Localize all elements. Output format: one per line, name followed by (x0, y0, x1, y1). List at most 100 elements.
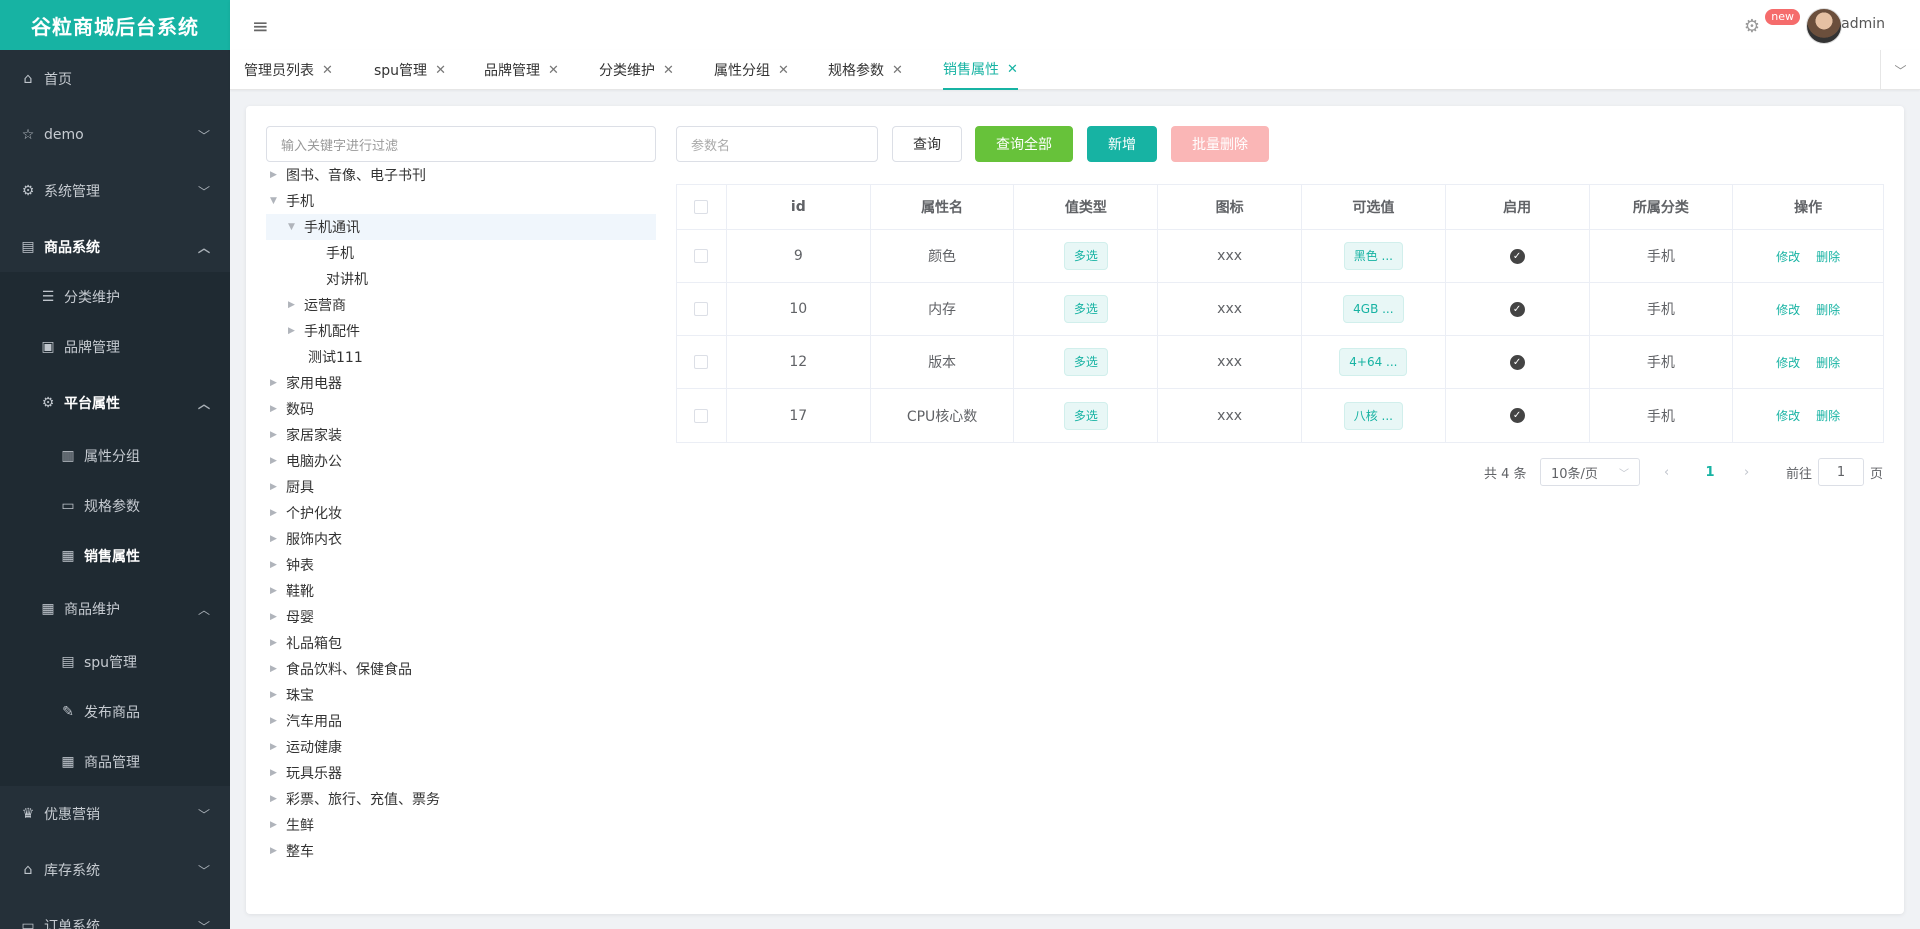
tree-node[interactable]: ▶ 钟表 (270, 552, 314, 578)
sidebar-item-publish[interactable]: ✎ 发布商品 (0, 687, 230, 737)
close-icon[interactable]: ✕ (663, 63, 674, 78)
sidebar-item-stock[interactable]: ⌂ 库存系统 ﹀ (0, 842, 230, 898)
tree-filter-input[interactable]: 输入关键字进行过滤 (266, 126, 656, 162)
tree-node[interactable]: ▶ 运营商 (288, 292, 346, 318)
tree-node[interactable]: ▶ 母婴 (270, 604, 314, 630)
sidebar-item-label: 属性分组 (84, 449, 140, 465)
tab-spu[interactable]: spu管理 ✕ (374, 50, 446, 90)
tree-node[interactable]: 手机 (326, 240, 354, 266)
tree-node[interactable]: 对讲机 (326, 266, 368, 292)
tab-label: 销售属性 (943, 62, 999, 78)
tab-category[interactable]: 分类维护 ✕ (599, 50, 674, 90)
tree-node[interactable]: 测试111 (308, 344, 363, 370)
values-tag[interactable]: 4GB ... (1343, 295, 1404, 323)
edit-link[interactable]: 修改 (1776, 301, 1800, 318)
tree-node[interactable]: ▶ 玩具乐器 (270, 760, 342, 786)
close-icon[interactable]: ✕ (892, 63, 903, 78)
sidebar-item-marketing[interactable]: ♛ 优惠营销 ﹀ (0, 786, 230, 842)
select-all-cell[interactable] (677, 185, 727, 229)
next-page-icon[interactable]: › (1744, 458, 1749, 486)
tab-spec-param[interactable]: 规格参数 ✕ (828, 50, 903, 90)
tab-admin-list[interactable]: 管理员列表 ✕ (244, 50, 333, 90)
tree-node[interactable]: ▶ 厨具 (270, 474, 314, 500)
delete-link[interactable]: 删除 (1816, 407, 1840, 424)
gear-icon[interactable]: ⚙ (1744, 16, 1760, 37)
row-checkbox[interactable] (694, 408, 709, 423)
values-tag[interactable]: 八核 ... (1343, 401, 1403, 430)
sidebar-item-platform-attr[interactable]: ⚙ 平台属性 ︿ (0, 375, 230, 431)
row-select-cell[interactable] (677, 389, 727, 442)
tree-node-selected[interactable]: ▼ 手机通讯 (266, 214, 656, 240)
batch-delete-button[interactable]: 批量删除 (1171, 126, 1269, 162)
sidebar-item-category[interactable]: ☰ 分类维护 (0, 272, 230, 322)
sidebar-item-system[interactable]: ⚙ 系统管理 ﹀ (0, 163, 230, 219)
page-size-select[interactable]: 10条/页 ﹀ (1540, 458, 1640, 486)
tree-node[interactable]: ▶ 家居家装 (270, 422, 342, 448)
tree-node[interactable]: ▶ 运动健康 (270, 734, 342, 760)
avatar[interactable] (1806, 8, 1842, 44)
tree-node[interactable]: ▶ 整车 (270, 838, 314, 864)
tab-brand[interactable]: 品牌管理 ✕ (484, 50, 559, 90)
edit-link[interactable]: 修改 (1776, 354, 1800, 371)
sidebar-item-attr-group[interactable]: ▥ 属性分组 (0, 431, 230, 481)
tree-node[interactable]: ▶ 电脑办公 (270, 448, 342, 474)
delete-link[interactable]: 删除 (1816, 354, 1840, 371)
tree-node[interactable]: ▶ 食品饮料、保健食品 (270, 656, 412, 682)
sidebar-item-demo[interactable]: ☆ demo ﹀ (0, 107, 230, 163)
values-tag[interactable]: 4+64 ... (1339, 348, 1408, 376)
cell-values: 4+64 ... (1302, 336, 1446, 388)
row-checkbox[interactable] (694, 249, 709, 263)
close-icon[interactable]: ✕ (1007, 62, 1018, 77)
sidebar-item-product-manage[interactable]: ▦ 商品管理 (0, 737, 230, 787)
tree-node[interactable]: ▶ 汽车用品 (270, 708, 342, 734)
sidebar-item-sale-attr[interactable]: ▦ 销售属性 (0, 531, 230, 581)
sidebar-item-spec-param[interactable]: ▭ 规格参数 (0, 481, 230, 531)
row-checkbox[interactable] (694, 302, 709, 316)
select-all-checkbox[interactable] (694, 200, 709, 214)
query-all-button[interactable]: 查询全部 (975, 126, 1073, 162)
row-select-cell[interactable] (677, 283, 727, 335)
close-icon[interactable]: ✕ (322, 63, 333, 78)
tab-sale-attr[interactable]: 销售属性 ✕ (943, 50, 1018, 90)
tree-node[interactable]: ▼ 手机 (270, 188, 314, 214)
edit-link[interactable]: 修改 (1776, 407, 1800, 424)
add-button[interactable]: 新增 (1087, 126, 1157, 162)
close-icon[interactable]: ✕ (435, 63, 446, 78)
tab-attr-group[interactable]: 属性分组 ✕ (714, 50, 789, 90)
close-icon[interactable]: ✕ (548, 63, 559, 78)
tree-node[interactable]: ▶ 鞋靴 (270, 578, 314, 604)
close-icon[interactable]: ✕ (778, 63, 789, 78)
sidebar-item-order[interactable]: ▭ 订单系统 ﹀ (0, 898, 230, 929)
delete-link[interactable]: 删除 (1816, 301, 1840, 318)
param-name-input[interactable]: 参数名 (676, 126, 878, 162)
delete-link[interactable]: 删除 (1816, 248, 1840, 265)
prev-page-icon[interactable]: ‹ (1664, 458, 1669, 486)
sidebar-item-brand[interactable]: ▣ 品牌管理 (0, 322, 230, 372)
tree-node[interactable]: ▶ 家用电器 (270, 370, 342, 396)
tree-node[interactable]: ▶ 图书、音像、电子书刊 (270, 162, 426, 188)
row-select-cell[interactable] (677, 230, 727, 282)
hamburger-menu-icon[interactable]: ≡ (252, 14, 269, 38)
query-button[interactable]: 查询 (892, 126, 962, 162)
tree-node[interactable]: ▶ 礼品箱包 (270, 630, 342, 656)
tree-node[interactable]: ▶ 彩票、旅行、充值、票务 (270, 786, 440, 812)
row-checkbox[interactable] (694, 355, 709, 369)
tree-node[interactable]: ▶ 数码 (270, 396, 314, 422)
edit-link[interactable]: 修改 (1776, 248, 1800, 265)
sidebar-item-product-system[interactable]: ▤ 商品系统 ︿ (0, 219, 230, 275)
tree-node[interactable]: ▶ 珠宝 (270, 682, 314, 708)
sidebar-item-home[interactable]: ⌂ 首页 (0, 51, 230, 107)
goto-page-input[interactable]: 1 (1818, 458, 1864, 486)
tabs-dropdown-chevron-icon[interactable]: ﹀ (1880, 50, 1920, 90)
username[interactable]: admin (1841, 16, 1885, 32)
tree-node[interactable]: ▶ 服饰内衣 (270, 526, 342, 552)
values-tag[interactable]: 黑色 ... (1343, 242, 1403, 270)
value-type-tag: 多选 (1063, 401, 1108, 430)
row-select-cell[interactable] (677, 336, 727, 388)
tree-node[interactable]: ▶ 生鲜 (270, 812, 314, 838)
tree-node[interactable]: ▶ 手机配件 (288, 318, 360, 344)
sidebar-item-spu[interactable]: ▤ spu管理 (0, 637, 230, 687)
current-page[interactable]: 1 (1698, 458, 1722, 486)
tree-node[interactable]: ▶ 个护化妆 (270, 500, 342, 526)
sidebar-item-product-maintain[interactable]: ▦ 商品维护 ︿ (0, 581, 230, 637)
